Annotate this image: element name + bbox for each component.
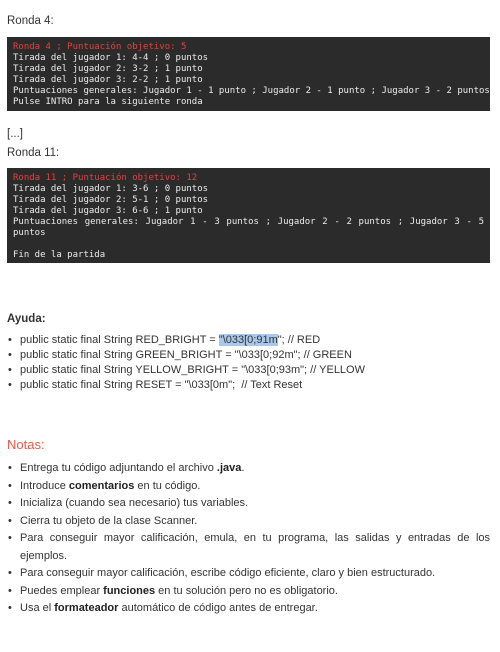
note-text: . [241, 462, 245, 474]
note-bold: funciones [103, 584, 156, 597]
help-item-red: public static final String RED_BRIGHT = … [7, 333, 365, 348]
note-bold: .java [216, 462, 242, 474]
round11-line-2: Tirada del jugador 2: 5-1 ; 0 puntos [13, 195, 209, 205]
help-list: public static final String RED_BRIGHT = … [7, 333, 365, 393]
note-text: Inicializa (cuando sea necesario) tus va… [20, 497, 249, 509]
note-text: Puedes emplear [20, 584, 104, 597]
note-item: Inicializa (cuando sea necesario) tus va… [7, 495, 490, 513]
document-page: Ronda 4: Ronda 4 ; Puntuación objetivo: … [0, 0, 500, 652]
note-text: Para conseguir mayor calificación, escri… [20, 567, 436, 579]
ellipsis-text: [...] [7, 128, 23, 140]
note-item: Entrega tu código adjuntando el archivo … [7, 460, 490, 478]
note-text: Cierra tu objeto de la clase Scanner. [20, 514, 198, 527]
round11-scores: Puntuaciones generales: Jugador 1 - 3 pu… [13, 217, 484, 238]
highlighted-escape-code: "\033[0;91m [218, 334, 278, 346]
note-item: Introduce comentarios en tu código. [7, 478, 490, 496]
note-bold: comentarios [68, 479, 135, 492]
round11-blank-line [13, 239, 484, 250]
notes-list: Entrega tu código adjuntando el archivo … [7, 460, 490, 618]
note-item: Cierra tu objeto de la clase Scanner. [7, 513, 490, 531]
note-text: Introduce [20, 479, 69, 492]
help-item-green-text: public static final String GREEN_BRIGHT … [20, 349, 352, 361]
note-item: Usa el formateador automático de código … [7, 600, 490, 618]
help-item-yellow-text: public static final String YELLOW_BRIGHT… [20, 364, 365, 376]
round11-label: Ronda 11: [7, 147, 60, 159]
help-item-red-prefix: public static final String RED_BRIGHT = [20, 334, 219, 346]
round11-end: Fin de la partida [13, 250, 106, 260]
round4-line-2: Tirada del jugador 2: 3-2 ; 1 punto [13, 64, 203, 74]
note-text: Entrega tu código adjuntando el archivo [20, 462, 217, 474]
note-item: Puedes emplear funciones en tu solución … [7, 583, 490, 601]
note-text: Para conseguir mayor calificación, emula… [20, 532, 490, 562]
note-text: Usa el [20, 602, 55, 614]
round4-line-5: Pulse INTRO para la siguiente ronda [13, 97, 203, 107]
round4-line-4: Puntuaciones generales: Jugador 1 - 1 pu… [13, 86, 490, 96]
round11-line-3: Tirada del jugador 3: 6-6 ; 1 punto [13, 206, 203, 216]
round4-line-1: Tirada del jugador 1: 4-4 ; 0 puntos [13, 53, 209, 63]
note-bold: formateador [54, 602, 119, 614]
note-item: Para conseguir mayor calificación, escri… [7, 565, 490, 583]
note-text: en tu solución pero no es obligatorio. [155, 584, 338, 597]
round4-header: Ronda 4 ; Puntuación objetivo: 5 [13, 42, 187, 52]
note-text: en tu código. [134, 479, 201, 492]
round4-line-3: Tirada del jugador 3: 2-2 ; 1 punto [13, 75, 203, 85]
help-item-reset: public static final String RESET = "\033… [7, 378, 365, 393]
round4-label: Ronda 4: [7, 15, 54, 27]
round11-console: Ronda 11 ; Puntuación objetivo: 12 Tirad… [7, 168, 490, 263]
help-item-green: public static final String GREEN_BRIGHT … [7, 348, 365, 363]
help-item-reset-text: public static final String RESET = "\033… [20, 379, 303, 391]
note-item: Para conseguir mayor calificación, emula… [7, 530, 490, 565]
help-item-yellow: public static final String YELLOW_BRIGHT… [7, 363, 365, 378]
help-title: Ayuda: [7, 313, 46, 325]
round11-line-1: Tirada del jugador 1: 3-6 ; 0 puntos [13, 184, 209, 194]
notes-title: Notas: [7, 437, 45, 452]
note-text: automático de código antes de entregar. [118, 602, 318, 614]
round4-console: Ronda 4 ; Puntuación objetivo: 5 Tirada … [7, 37, 490, 111]
round11-header: Ronda 11 ; Puntuación objetivo: 12 [13, 173, 198, 183]
help-item-red-suffix: "; // RED [277, 334, 321, 346]
